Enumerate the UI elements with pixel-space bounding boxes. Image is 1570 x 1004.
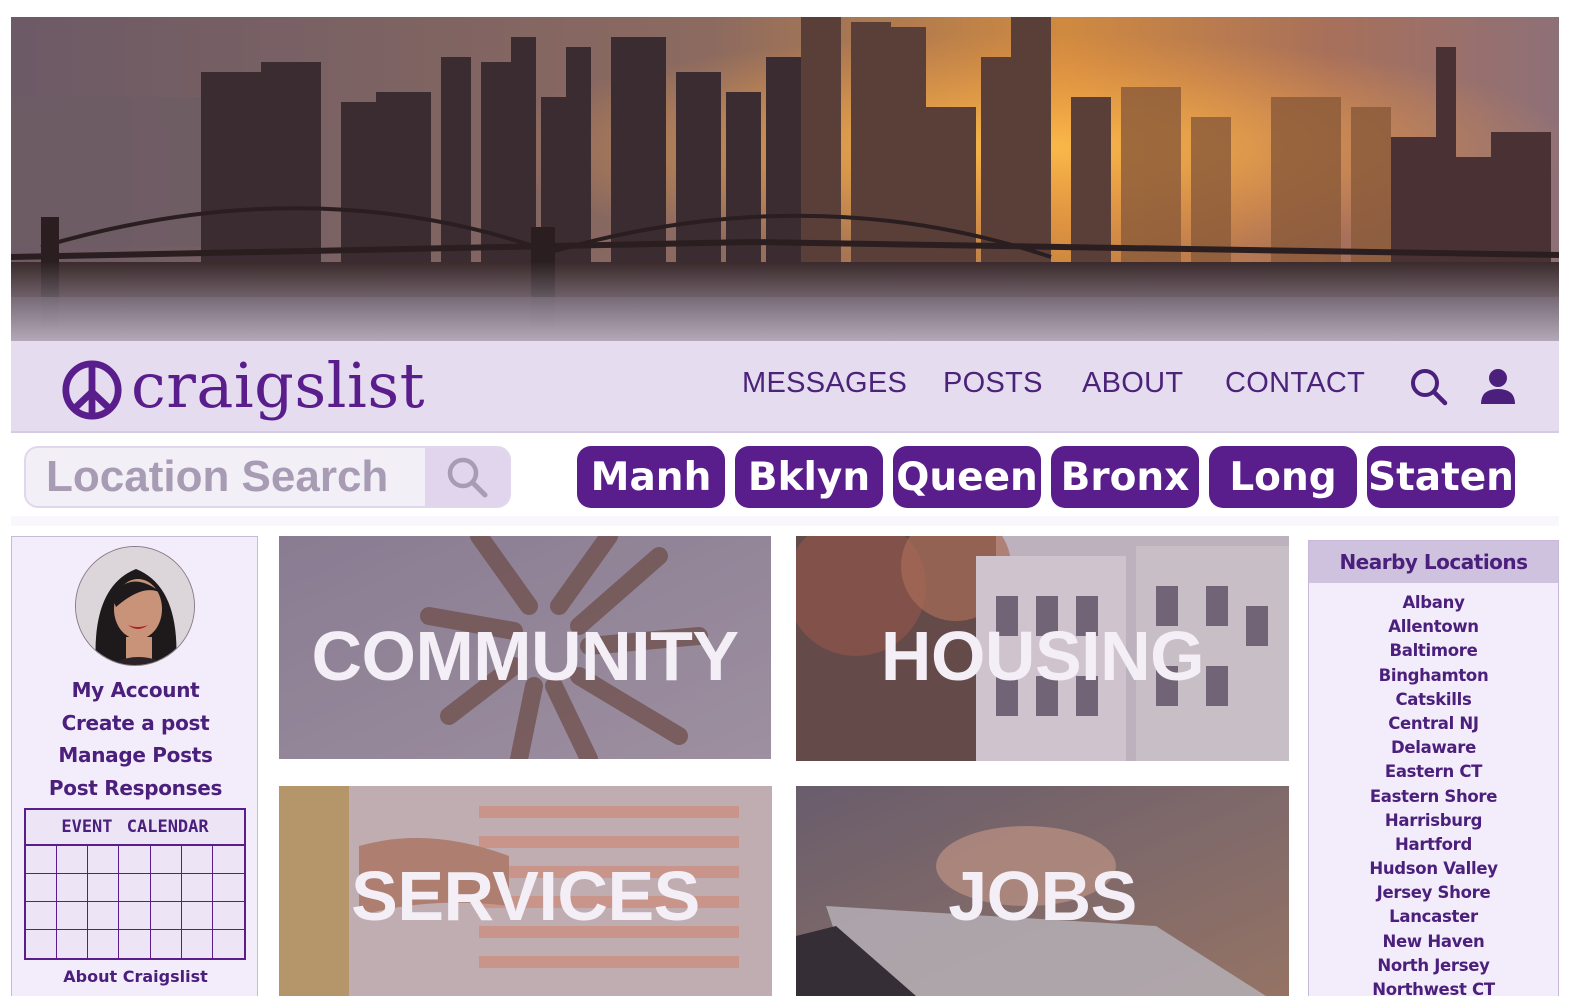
nearby-location-link[interactable]: Baltimore (1309, 639, 1558, 663)
calendar-day[interactable] (119, 930, 151, 958)
account-sidebar: My Account Create a post Manage Posts Po… (11, 536, 258, 996)
search-icon[interactable] (1409, 367, 1449, 407)
borough-manhattan-button[interactable]: Manh (577, 446, 725, 508)
housing-tile[interactable]: HOUSING (796, 536, 1289, 761)
divider (11, 516, 1559, 526)
nav-about[interactable]: ABOUT (1082, 367, 1183, 400)
avatar[interactable] (75, 546, 195, 666)
calendar-day[interactable] (119, 874, 151, 902)
calendar-day[interactable] (26, 846, 58, 874)
calendar-day[interactable] (57, 846, 89, 874)
nearby-location-link[interactable]: North Jersey (1309, 954, 1558, 978)
nearby-location-link[interactable]: Delaware (1309, 736, 1558, 760)
nav-contact[interactable]: CONTACT (1225, 367, 1365, 400)
my-account-link[interactable]: My Account (12, 678, 259, 702)
calendar-day[interactable] (182, 930, 213, 958)
about-craigslist-link[interactable]: About Craigslist (12, 967, 259, 986)
nearby-location-link[interactable]: Eastern CT (1309, 760, 1558, 784)
borough-brooklyn-button[interactable]: Bklyn (735, 446, 883, 508)
nearby-location-link[interactable]: Harrisburg (1309, 809, 1558, 833)
nearby-location-link[interactable]: Hartford (1309, 833, 1558, 857)
calendar-day[interactable] (88, 902, 120, 930)
calendar-day[interactable] (119, 902, 151, 930)
location-bar: Manh Bklyn Queen Bronx Long Staten (11, 436, 1559, 516)
jobs-label: JOBS (948, 857, 1137, 935)
community-label: COMMUNITY (311, 617, 739, 695)
nearby-locations-panel: Nearby Locations Albany Allentown Baltim… (1308, 540, 1559, 996)
hero-banner (11, 17, 1559, 343)
location-search-button[interactable] (425, 448, 509, 506)
calendar-day[interactable] (150, 874, 182, 902)
calendar-day[interactable] (26, 874, 58, 902)
borough-bronx-button[interactable]: Bronx (1051, 446, 1199, 508)
nearby-location-link[interactable]: Binghamton (1309, 664, 1558, 688)
calendar-day[interactable] (212, 846, 244, 874)
nearby-location-link[interactable]: Central NJ (1309, 712, 1558, 736)
calendar-grid (26, 846, 244, 958)
city-skyline-image (11, 17, 1559, 343)
calendar-day[interactable] (26, 930, 58, 958)
nearby-location-link[interactable]: Northwest CT (1309, 978, 1558, 996)
calendar-day[interactable] (181, 874, 213, 902)
event-calendar: EVENT CALENDAR (24, 808, 246, 960)
nearby-location-link[interactable]: Lancaster (1309, 905, 1558, 929)
nearby-location-link[interactable]: Jersey Shore (1309, 881, 1558, 905)
nearby-location-link[interactable]: Allentown (1309, 615, 1558, 639)
nearby-location-link[interactable]: Hudson Valley (1309, 857, 1558, 881)
jobs-tile[interactable]: JOBS (796, 786, 1289, 996)
community-tile[interactable]: COMMUNITY (279, 536, 771, 759)
calendar-day[interactable] (212, 902, 244, 930)
search-icon (447, 457, 488, 498)
peace-sign-icon (62, 360, 122, 420)
create-post-link[interactable]: Create a post (12, 711, 259, 735)
craigslist-logo[interactable]: craigslist (61, 355, 425, 425)
manage-posts-link[interactable]: Manage Posts (12, 743, 259, 767)
nav-posts[interactable]: POSTS (943, 367, 1043, 400)
calendar-title: EVENT CALENDAR (26, 810, 244, 846)
nearby-location-link[interactable]: Catskills (1309, 688, 1558, 712)
borough-queens-button[interactable]: Queen (893, 446, 1041, 508)
site-header: craigslist MESSAGES POSTS ABOUT CONTACT (11, 341, 1559, 433)
nearby-location-link[interactable]: New Haven (1309, 930, 1558, 954)
calendar-day[interactable] (88, 874, 120, 902)
calendar-day[interactable] (181, 846, 213, 874)
calendar-day[interactable] (57, 930, 89, 958)
calendar-day[interactable] (212, 874, 244, 902)
calendar-day[interactable] (119, 846, 151, 874)
calendar-day[interactable] (150, 902, 182, 930)
calendar-day[interactable] (26, 902, 58, 930)
calendar-day[interactable] (57, 874, 89, 902)
profile-photo (76, 547, 194, 665)
calendar-day[interactable] (151, 930, 182, 958)
services-tile[interactable]: SERVICES (279, 786, 772, 996)
nearby-locations-list: Albany Allentown Baltimore Binghamton Ca… (1309, 583, 1558, 996)
calendar-day[interactable] (181, 902, 213, 930)
calendar-day[interactable] (57, 902, 89, 930)
location-search (24, 446, 511, 508)
nearby-location-link[interactable]: Albany (1309, 591, 1558, 615)
user-account-icon[interactable] (1479, 367, 1517, 405)
calendar-day[interactable] (213, 930, 244, 958)
calendar-day[interactable] (88, 930, 120, 958)
nav-messages[interactable]: MESSAGES (742, 367, 907, 400)
borough-staten-island-button[interactable]: Staten (1367, 446, 1515, 508)
nearby-location-link[interactable]: Eastern Shore (1309, 785, 1558, 809)
brand-name: craigslist (131, 349, 426, 422)
services-label: SERVICES (351, 857, 700, 935)
calendar-day[interactable] (150, 846, 182, 874)
nearby-locations-title: Nearby Locations (1309, 541, 1558, 583)
post-responses-link[interactable]: Post Responses (12, 776, 259, 800)
calendar-day[interactable] (88, 846, 120, 874)
location-search-input[interactable] (26, 448, 428, 506)
borough-long-island-button[interactable]: Long (1209, 446, 1357, 508)
housing-label: HOUSING (880, 617, 1205, 695)
